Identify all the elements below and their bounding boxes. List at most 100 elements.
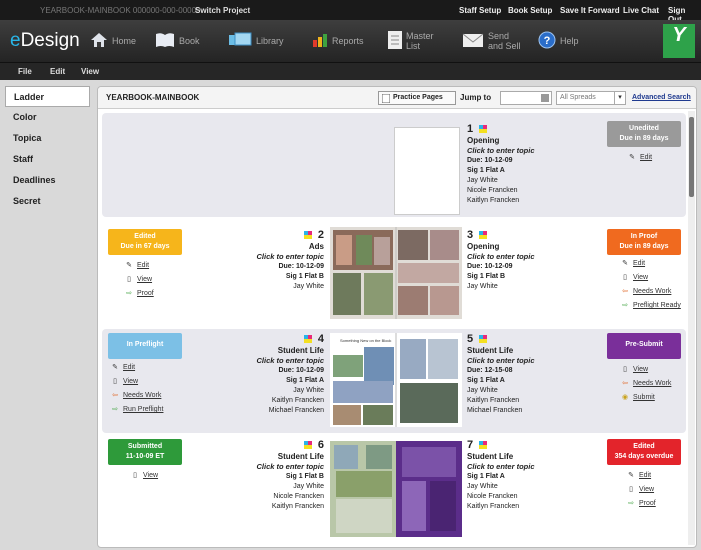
view-link[interactable]: View [633,366,648,373]
yearbook-brand-logo: Y [663,24,695,58]
signature: Sig 1 Flat B [285,273,324,280]
sidebar-item-ladder[interactable]: Ladder [5,86,90,107]
nav-book[interactable]: Book [155,29,200,53]
topic-field[interactable]: Click to enter topic [467,462,577,472]
view-link[interactable]: View [137,276,152,283]
sidebar-item-topica[interactable]: Topica [5,128,90,149]
top-bar: YEARBOOK-MAINBOOK 000000-000-00000 Switc… [0,0,701,24]
envelope-icon [462,32,484,50]
nav-send-and-sell[interactable]: Send and Sell [462,29,524,53]
nav-library[interactable]: Library [228,29,284,53]
page-2-actions: ✎ Edit ▯ View ⇨ Proof [124,259,154,301]
topic-field[interactable]: Click to enter topic [467,356,577,366]
status-badge-submitted[interactable]: Submitted 11-10-09 ET [108,439,182,465]
topic-field[interactable]: Click to enter topic [232,356,324,366]
status-badge-edited[interactable]: Edited Due in 67 days [108,229,182,255]
view-link[interactable]: View [143,472,158,479]
edit-link[interactable]: Edit [123,364,135,371]
page-number: 2 [317,229,324,241]
status-badge-edited-overdue[interactable]: Edited 354 days overdue [607,439,681,465]
page-4-info: 4 Student Life Click to enter topic Due:… [232,333,324,416]
page-icon: ▯ [127,276,131,283]
live-chat-link[interactable]: Live Chat [623,6,659,15]
spread-row-3: In Preflight ✎ Edit ▯ View ⇦ Needs Work ⇨ Ru… [102,329,686,433]
book-title: YEARBOOK-MAINBOOK [106,93,200,102]
page-section: Ads [308,242,324,251]
page-number: 1 [467,123,474,135]
menu-view[interactable]: View [81,67,99,76]
edit-link[interactable]: Edit [640,154,652,161]
edit-link[interactable]: Edit [639,472,651,479]
jump-to-input[interactable] [500,91,552,105]
sidebar-item-staff[interactable]: Staff [5,149,90,170]
sidebar-item-secret[interactable]: Secret [5,191,90,212]
edit-link[interactable]: Edit [137,262,149,269]
page-section: Student Life [467,346,514,355]
sidebar-item-deadlines[interactable]: Deadlines [5,170,90,191]
page-3-info: 3 Opening Click to enter topic Due: 10-1… [467,229,577,292]
staff-setup-link[interactable]: Staff Setup [459,6,501,15]
spread-4-5-thumbnail[interactable]: Something New on the Block [330,333,462,427]
go-icon[interactable] [541,94,549,102]
spread-6-7-thumbnail[interactable] [330,441,462,537]
nav-help[interactable]: ? Help [538,29,579,53]
signature: Sig 1 Flat A [467,473,505,480]
topic-field[interactable]: Click to enter topic [467,252,577,262]
color-icon [479,231,488,239]
nav-master-list[interactable]: Master List [388,29,436,53]
sidebar-item-color[interactable]: Color [5,107,90,128]
spread-2-3-thumbnail[interactable] [330,227,462,319]
status-badge-in-preflight[interactable]: In Preflight [108,333,182,359]
staff-name: Jay White [467,283,498,290]
nav-reports[interactable]: Reports [312,29,364,53]
status-badge-unedited[interactable]: Unedited Due in 89 days [607,121,681,147]
scrollbar-thumb[interactable] [689,117,694,197]
nav-home[interactable]: Home [90,29,136,53]
svg-text:?: ? [544,35,551,47]
menu-edit[interactable]: Edit [50,67,65,76]
topic-field[interactable]: Click to enter topic [232,252,324,262]
arrow-right-icon: ⇨ [628,500,634,507]
staff-name: Nicole Francken [273,493,324,500]
status-badge-in-proof[interactable]: In Proof Due in 89 days [607,229,681,255]
staff-name: Kaitlyn Francken [271,397,324,404]
view-link[interactable]: View [123,378,138,385]
arrow-left-icon: ⇦ [622,288,628,295]
arrow-right-icon: ⇨ [112,406,118,413]
proof-link[interactable]: Proof [137,290,154,297]
jump-to-label: Jump to [460,93,492,102]
page-section: Student Life [277,346,324,355]
edit-link[interactable]: Edit [633,260,645,267]
book-setup-link[interactable]: Book Setup [508,6,552,15]
list-icon [388,31,402,51]
advanced-search-link[interactable]: Advanced Search [632,94,691,101]
needs-work-link[interactable]: Needs Work [633,380,671,387]
proof-link[interactable]: Proof [639,500,656,507]
topic-field[interactable]: Click to enter topic [232,462,324,472]
practice-pages-button[interactable]: Practice Pages [378,91,456,105]
menu-file[interactable]: File [18,67,32,76]
run-preflight-link[interactable]: Run Preflight [123,406,163,413]
scrollbar[interactable] [688,111,695,545]
page-1-thumbnail[interactable] [394,127,460,215]
staff-name: Michael Francken [467,407,523,414]
needs-work-link[interactable]: Needs Work [633,288,671,295]
switch-project-link[interactable]: Switch Project [195,6,250,15]
page-2-info: 2 Ads Click to enter topic Due: 10-12-09… [232,229,324,292]
ladder-panel: YEARBOOK-MAINBOOK Practice Pages Jump to… [97,86,697,548]
staff-name: Jay White [293,283,324,290]
preflight-ready-link[interactable]: Preflight Ready [633,302,681,309]
spreads-select[interactable]: All Spreads ▾ [556,91,626,105]
pencil-icon: ✎ [628,472,634,479]
view-link[interactable]: View [633,274,648,281]
submit-link[interactable]: Submit [633,394,655,401]
needs-work-link[interactable]: Needs Work [123,392,161,399]
status-badge-pre-submit[interactable]: Pre-Submit [607,333,681,359]
topic-field[interactable]: Click to enter topic [467,146,577,156]
page-section: Student Life [277,452,324,461]
save-it-forward-link[interactable]: Save It Forward [560,6,620,15]
signature: Sig 1 Flat B [285,473,324,480]
sidebar: Ladder Color Topica Staff Deadlines Secr… [5,86,90,548]
view-link[interactable]: View [639,486,654,493]
main-nav: eDesign Home Book Library Reports Master… [0,20,701,62]
